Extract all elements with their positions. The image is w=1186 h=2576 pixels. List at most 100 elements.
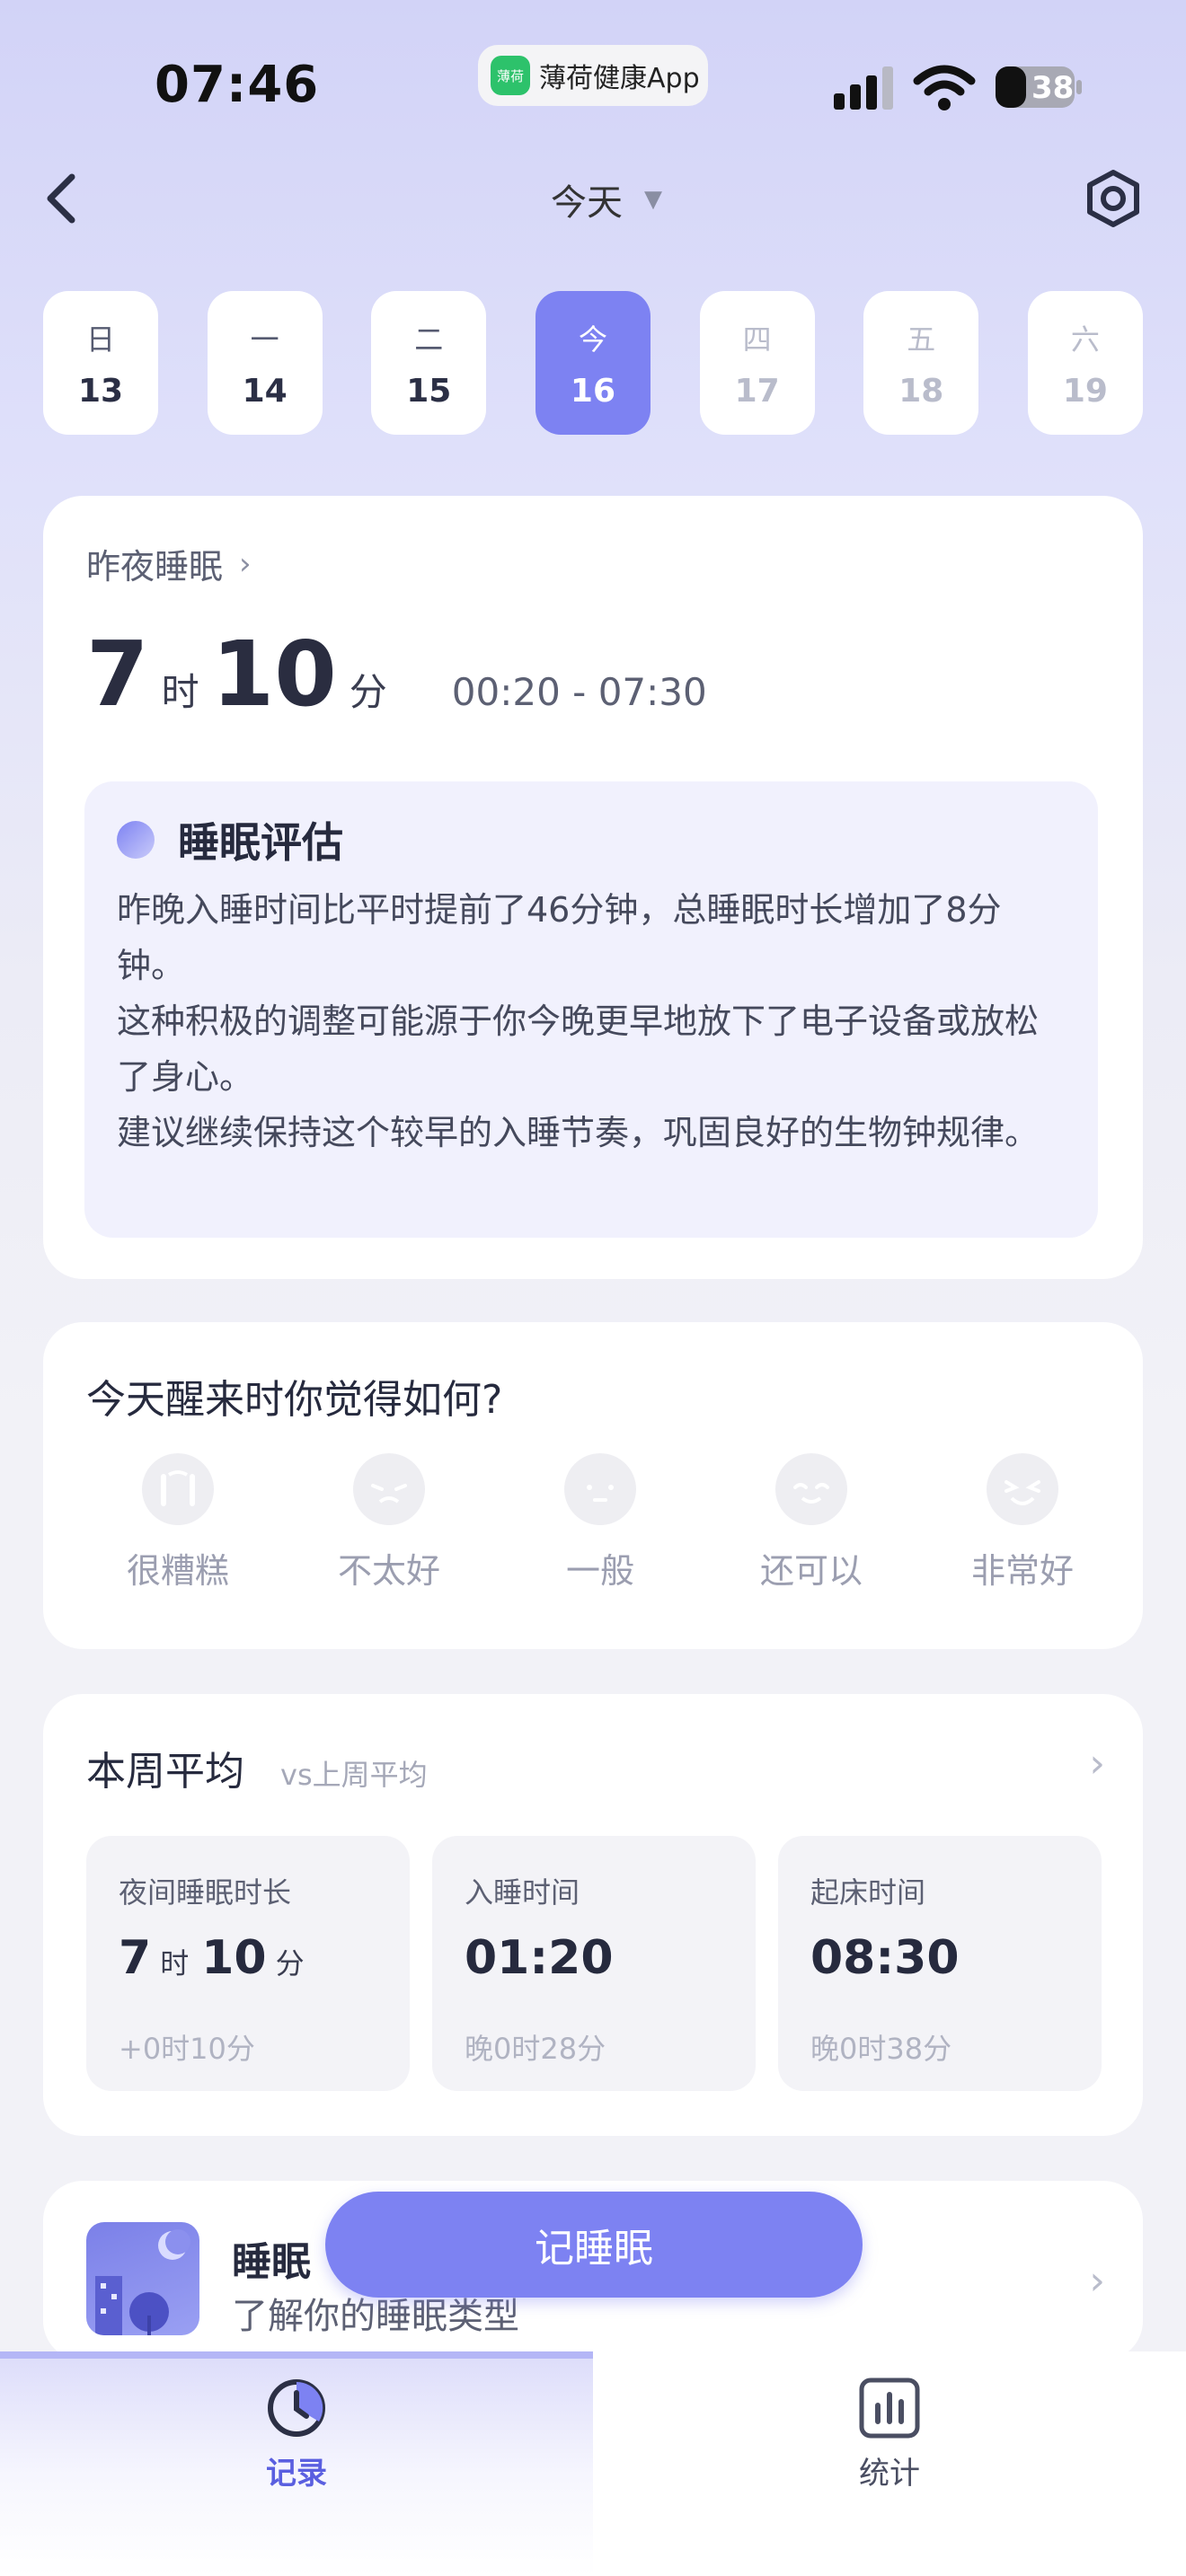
assessment-title: 睡眠评估 [178, 818, 343, 867]
day-friday[interactable]: 五 18 [863, 291, 979, 435]
day-sunday[interactable]: 日 13 [43, 291, 158, 435]
mood-option-neutral[interactable]: 一般 [528, 1453, 672, 1592]
day-tuesday[interactable]: 二 15 [371, 291, 487, 435]
day-weekday: 二 [414, 322, 444, 357]
stat-wake-time: 起床时间 08:30 晚0时38分 [778, 1836, 1102, 2091]
stat-delta: +0时10分 [119, 2032, 255, 2066]
mood-option-good[interactable]: 还可以 [739, 1453, 883, 1592]
chevron-right-icon: › [239, 545, 252, 582]
wake-feeling-question: 今天醒来时你觉得如何? [86, 1377, 503, 1423]
stat-hours-unit: 时 [160, 1946, 190, 1981]
settings-button[interactable] [1084, 167, 1143, 230]
settings-hexagon-icon [1087, 170, 1139, 227]
chevron-right-icon: › [1089, 1741, 1105, 1786]
assessment-moon-icon [117, 821, 155, 859]
duration-minutes: 10 [211, 622, 337, 727]
back-button[interactable] [36, 167, 86, 230]
smile-face-icon [775, 1453, 847, 1525]
mood-label: 一般 [565, 1551, 634, 1591]
assessment-line: 昨晚入睡时间比平时提前了46分钟，总睡眠时长增加了8分钟。 [117, 890, 1002, 985]
stat-label: 夜间睡眠时长 [119, 1875, 292, 1910]
mood-option-great[interactable]: 非常好 [951, 1453, 1094, 1592]
stat-label: 入睡时间 [465, 1875, 580, 1910]
assessment-line: 这种积极的调整可能源于你今晚更早地放下了电子设备或放松了身心。 [117, 1001, 1040, 1097]
crying-face-icon [142, 1453, 214, 1525]
app-name: 薄荷健康App [539, 63, 700, 94]
sleep-type-title: 睡眠 [232, 2239, 311, 2285]
weekly-average-subtitle: vs上周平均 [280, 1758, 428, 1792]
wake-feeling-card: 今天醒来时你觉得如何? 很糟糕 不太好 一般 还可以 非常好 [43, 1322, 1143, 1649]
sleep-time-range: 00:20 - 07:30 [451, 670, 707, 714]
tab-active-indicator [0, 2351, 593, 2359]
tab-statistics[interactable]: 统计 [593, 2371, 1186, 2497]
nav-title: 今天 [551, 182, 623, 224]
mood-options: 很糟糕 不太好 一般 还可以 非常好 [106, 1453, 1094, 1592]
day-saturday[interactable]: 六 19 [1027, 291, 1143, 435]
sleep-assessment-panel: 睡眠评估 昨晚入睡时间比平时提前了46分钟，总睡眠时长增加了8分钟。 这种积极的… [84, 781, 1098, 1238]
status-time: 07:46 [155, 56, 320, 114]
day-weekday: 五 [907, 322, 936, 357]
date-picker-dropdown[interactable]: 今天 ▼ [503, 171, 710, 228]
bar-chart-icon [859, 2378, 920, 2438]
day-date: 15 [406, 372, 452, 410]
stat-bedtime: 入睡时间 01:20 晚0时28分 [432, 1836, 756, 2091]
day-weekday: 日 [85, 322, 115, 357]
weekly-stats: 夜间睡眠时长 7 时 10 分 +0时10分 入睡时间 01:20 晚0时28分… [86, 1836, 1102, 2091]
caret-down-icon: ▼ [644, 186, 662, 213]
stat-value: 01:20 [465, 1931, 614, 1985]
day-monday[interactable]: 一 14 [207, 291, 323, 435]
clock-icon [268, 2378, 325, 2437]
duration-hours-unit: 时 [161, 670, 199, 714]
app-logo-icon: 薄荷 [491, 56, 530, 95]
mood-label: 很糟糕 [126, 1551, 229, 1591]
duration-minutes-unit: 分 [349, 670, 387, 714]
day-date: 17 [734, 372, 780, 410]
stat-delta: 晚0时28分 [465, 2032, 606, 2066]
mood-label: 不太好 [337, 1551, 440, 1591]
last-night-sleep-card: 昨夜睡眠 › 7 时 10 分 00:20 - 07:30 睡眠评估 昨晚入睡时… [43, 496, 1143, 1279]
mood-label: 非常好 [970, 1551, 1074, 1591]
neutral-face-icon [564, 1453, 636, 1525]
stat-hours: 7 [119, 1931, 152, 1985]
duration-hours: 7 [86, 622, 149, 727]
stat-minutes-unit: 分 [275, 1946, 305, 1981]
day-weekday: 一 [250, 322, 279, 357]
sleep-type-thumbnail [86, 2222, 199, 2335]
mood-option-terrible[interactable]: 很糟糕 [106, 1453, 250, 1592]
day-date: 16 [570, 372, 616, 410]
day-date: 14 [242, 372, 288, 410]
assessment-line: 建议继续保持这个较早的入睡节奏，巩固良好的生物钟规律。 [117, 1113, 1040, 1152]
mood-label: 还可以 [759, 1551, 863, 1591]
last-night-heading: 昨夜睡眠 [86, 547, 224, 587]
stat-delta: 晚0时38分 [810, 2032, 952, 2066]
day-today[interactable]: 今 16 [535, 291, 651, 435]
tab-record[interactable]: 记录 [0, 2371, 593, 2497]
app-indicator-pill[interactable]: 薄荷 薄荷健康App [478, 45, 708, 106]
battery-level: 38 [1031, 70, 1075, 106]
sleep-duration: 7 时 10 分 00:20 - 07:30 [86, 622, 707, 727]
week-date-strip: 日 13 一 14 二 15 今 16 四 17 五 18 六 19 [43, 291, 1143, 435]
stat-minutes: 10 [201, 1931, 267, 1985]
record-sleep-button[interactable]: 记睡眠 [325, 2192, 863, 2298]
battery-indicator: 38 [994, 65, 1084, 110]
stat-sleep-duration: 夜间睡眠时长 7 时 10 分 +0时10分 [86, 1836, 410, 2091]
wifi-icon [913, 65, 976, 110]
day-weekday: 六 [1070, 322, 1100, 357]
day-date: 18 [898, 372, 944, 410]
tab-label: 统计 [859, 2455, 920, 2492]
mood-option-bad[interactable]: 不太好 [317, 1453, 461, 1592]
day-thursday[interactable]: 四 17 [699, 291, 815, 435]
day-date: 19 [1062, 372, 1108, 410]
last-night-link[interactable]: 昨夜睡眠 › [86, 539, 252, 588]
day-weekday: 四 [742, 322, 772, 357]
cellular-signal-icon [834, 66, 893, 110]
stat-label: 起床时间 [810, 1875, 926, 1910]
sad-face-icon [353, 1453, 425, 1525]
weekly-average-title: 本周平均 [86, 1749, 244, 1795]
chevron-right-icon: › [1089, 2258, 1105, 2304]
chevron-left-icon [47, 173, 75, 224]
tab-label: 记录 [266, 2455, 327, 2492]
day-date: 13 [77, 372, 124, 410]
weekly-average-card[interactable]: 本周平均 vs上周平均 › 夜间睡眠时长 7 时 10 分 +0时10分 入睡时… [43, 1694, 1143, 2136]
stat-value: 08:30 [810, 1931, 960, 1985]
